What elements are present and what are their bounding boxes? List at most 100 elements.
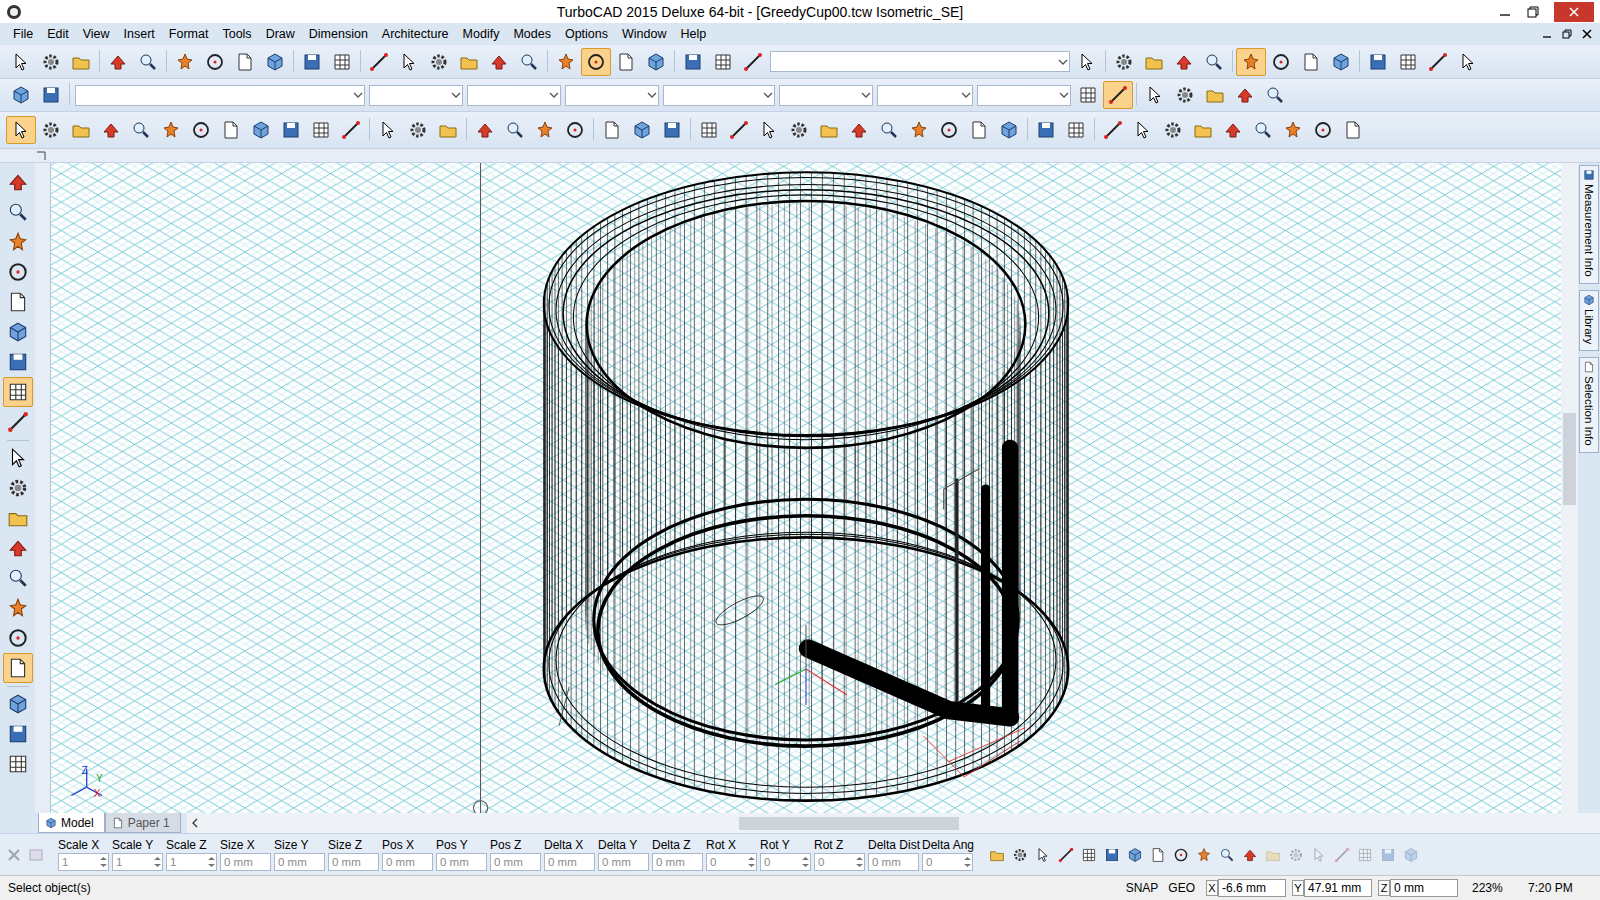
spinner-icon[interactable]	[207, 855, 216, 869]
toolbar-button[interactable]	[694, 116, 724, 144]
toolbar-button[interactable]	[1128, 116, 1158, 144]
inspector-input[interactable]: 0	[706, 853, 757, 871]
toolbar-button[interactable]	[6, 48, 36, 76]
toolbar-button[interactable]	[1266, 48, 1296, 76]
toolbar-button[interactable]	[394, 48, 424, 76]
inspector-tool[interactable]	[1285, 844, 1307, 866]
coordinate-field[interactable]: X-6.6 mm	[1206, 879, 1286, 897]
toolbar-dropdown[interactable]	[977, 85, 1071, 106]
menu-item[interactable]: Help	[673, 27, 713, 41]
inspector-input[interactable]: 0 mm	[652, 853, 703, 871]
spinner-icon[interactable]	[801, 855, 810, 869]
menu-item[interactable]: Insert	[117, 27, 162, 41]
side-tab[interactable]: Measurement Info	[1579, 165, 1599, 284]
menu-item[interactable]: Dimension	[302, 27, 375, 41]
toolbar-button[interactable]	[1308, 116, 1338, 144]
inspector-tool[interactable]	[1239, 844, 1261, 866]
toolbar-button[interactable]	[66, 116, 96, 144]
toolbar-button[interactable]	[530, 116, 560, 144]
inspector-tool[interactable]	[1101, 844, 1123, 866]
toolbar-button[interactable]	[66, 48, 96, 76]
toolbar-button[interactable]	[373, 116, 403, 144]
toolbar-button[interactable]	[306, 116, 336, 144]
toolbar-button[interactable]	[364, 48, 394, 76]
toolbar-button[interactable]	[276, 116, 306, 144]
toolbar-button[interactable]	[216, 116, 246, 144]
toolbar-button[interactable]	[814, 116, 844, 144]
inspector-input[interactable]: 0 mm	[328, 853, 379, 871]
toolbar-button[interactable]	[3, 407, 33, 437]
toolbar-button[interactable]	[514, 48, 544, 76]
toolbar-button[interactable]	[133, 48, 163, 76]
toolbar-button[interactable]	[3, 719, 33, 749]
toolbar-dropdown[interactable]	[663, 85, 775, 106]
finish-icon[interactable]	[28, 847, 44, 863]
toolbar-button[interactable]	[336, 116, 366, 144]
toolbar-button[interactable]	[1200, 81, 1230, 109]
toolbar-button[interactable]	[1248, 116, 1278, 144]
dropdown-arrow-icon[interactable]	[960, 90, 972, 100]
toolbar-button[interactable]	[1109, 48, 1139, 76]
inspector-tool[interactable]	[1354, 844, 1376, 866]
inspector-input[interactable]: 0	[922, 853, 973, 871]
inspector-tool[interactable]	[1055, 844, 1077, 866]
toolbar-button[interactable]	[424, 48, 454, 76]
cad-view[interactable]: ZYX	[51, 163, 1561, 813]
drawing-tab[interactable]: Paper 1	[105, 813, 181, 833]
inspector-input[interactable]: 0 mm	[382, 853, 433, 871]
toolbar-button[interactable]	[678, 48, 708, 76]
toolbar-button[interactable]	[1072, 48, 1102, 76]
toolbar-button[interactable]	[1338, 116, 1368, 144]
toolbar-button[interactable]	[1199, 48, 1229, 76]
toolbar-button[interactable]	[1260, 81, 1290, 109]
toolbar-button[interactable]	[1169, 48, 1199, 76]
toolbar-button[interactable]	[1140, 81, 1170, 109]
mode-toggle[interactable]: SNAP	[1121, 881, 1164, 895]
inspector-input[interactable]: 0 mm	[220, 853, 271, 871]
toolbar-button[interactable]	[246, 116, 276, 144]
inspector-tool[interactable]	[1262, 844, 1284, 866]
doc-close-icon[interactable]	[1582, 29, 1592, 39]
toolbar-button[interactable]	[724, 116, 754, 144]
dropdown-arrow-icon[interactable]	[762, 90, 774, 100]
horizontal-scrollbar[interactable]	[187, 813, 1600, 833]
dropdown-arrow-icon[interactable]	[1058, 90, 1070, 100]
toolbar-dropdown[interactable]	[877, 85, 973, 106]
spinner-icon[interactable]	[963, 855, 972, 869]
inspector-input[interactable]: 0 mm	[544, 853, 595, 871]
toolbar-button[interactable]	[403, 116, 433, 144]
menu-item[interactable]: Format	[162, 27, 216, 41]
toolbar-button[interactable]	[126, 116, 156, 144]
toolbar-button[interactable]	[3, 167, 33, 197]
inspector-input[interactable]: 0 mm	[868, 853, 919, 871]
menu-item[interactable]: Draw	[259, 27, 302, 41]
minimize-icon[interactable]	[1498, 5, 1512, 19]
toolbar-button[interactable]	[1170, 81, 1200, 109]
spinner-icon[interactable]	[747, 855, 756, 869]
toolbar-dropdown[interactable]	[369, 85, 463, 106]
menu-item[interactable]: Architecture	[375, 27, 456, 41]
toolbar-button[interactable]	[738, 48, 768, 76]
toolbar-button[interactable]	[874, 116, 904, 144]
toolbar-button[interactable]	[3, 473, 33, 503]
vertical-scrollbar[interactable]	[1561, 163, 1578, 813]
toolbar-button[interactable]	[1031, 116, 1061, 144]
toolbar-button[interactable]	[560, 116, 590, 144]
scroll-thumb[interactable]	[739, 817, 959, 830]
toolbar-button[interactable]	[470, 116, 500, 144]
scroll-thumb[interactable]	[1563, 413, 1576, 505]
inspector-input[interactable]: 0	[814, 853, 865, 871]
toolbar-button[interactable]	[844, 116, 874, 144]
toolbar-button[interactable]	[3, 503, 33, 533]
dropdown-arrow-icon[interactable]	[646, 90, 658, 100]
toolbar-button[interactable]	[3, 533, 33, 563]
menu-item[interactable]: File	[6, 27, 40, 41]
toolbar-button[interactable]	[484, 48, 514, 76]
toolbar-button[interactable]	[3, 653, 33, 683]
toolbar-button[interactable]	[36, 48, 66, 76]
toolbar-button[interactable]	[994, 116, 1024, 144]
toolbar-button[interactable]	[103, 48, 133, 76]
inspector-input[interactable]: 0 mm	[490, 853, 541, 871]
toolbar-dropdown[interactable]	[779, 85, 873, 106]
toolbar-button[interactable]	[36, 116, 66, 144]
